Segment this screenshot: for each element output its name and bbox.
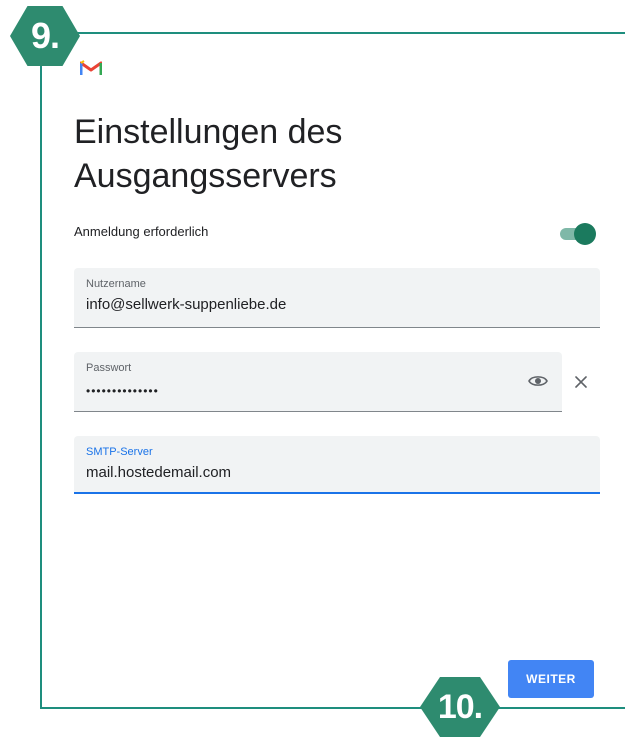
auth-required-label: Anmeldung erforderlich [74,224,209,239]
gmail-logo-icon [80,60,102,75]
password-label: Passwort [86,362,132,374]
username-field[interactable]: Nutzername info@sellwerk-suppenliebe.de [74,268,600,328]
smtp-server-label: SMTP-Server [86,446,153,458]
next-button[interactable]: WEITER [508,660,594,698]
username-label: Nutzername [86,278,146,290]
auth-required-row: Anmeldung erforderlich [74,222,596,246]
smtp-server-field[interactable]: SMTP-Server mail.hostedemail.com [74,436,600,494]
toggle-knob [574,223,596,245]
close-icon[interactable] [574,375,588,389]
eye-icon[interactable] [528,374,548,388]
smtp-server-value[interactable]: mail.hostedemail.com [86,464,231,481]
page-title: Einstellungen des Ausgangsservers [74,113,343,195]
password-value[interactable]: •••••••••••••• [86,384,159,398]
username-value[interactable]: info@sellwerk-suppenliebe.de [86,296,286,313]
auth-required-toggle[interactable] [560,223,596,245]
password-field[interactable]: Passwort •••••••••••••• [74,352,562,412]
